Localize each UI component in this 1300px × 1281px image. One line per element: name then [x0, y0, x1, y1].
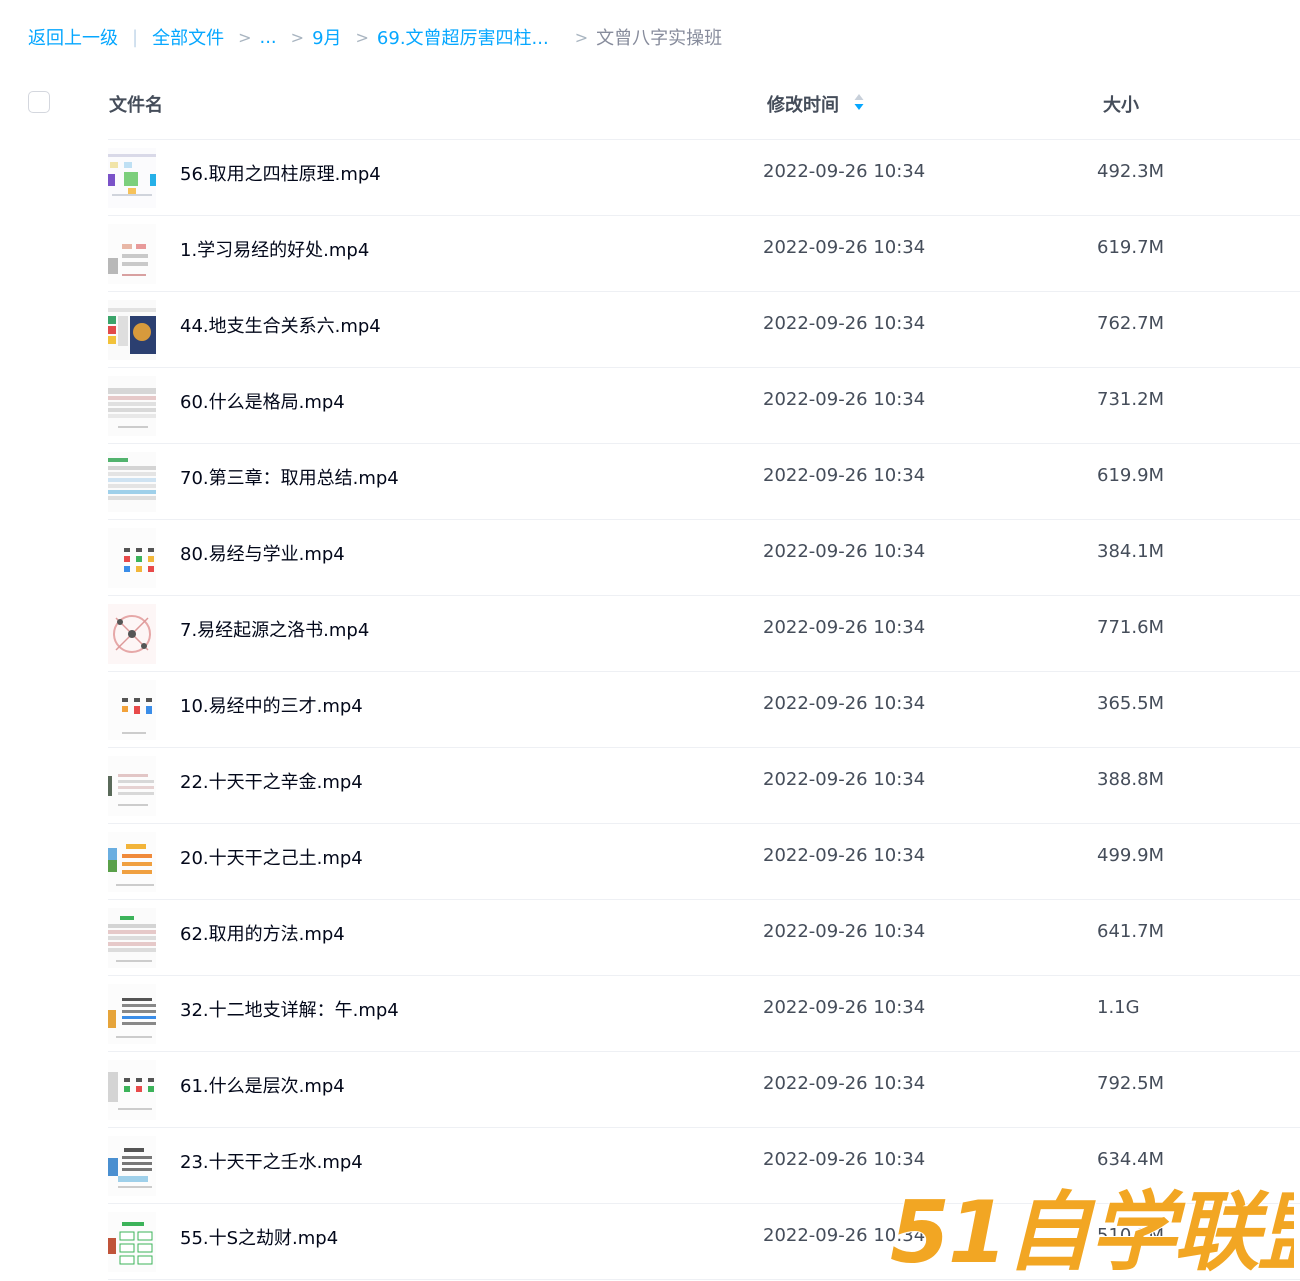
file-size: 492.3M — [1097, 161, 1165, 182]
file-list-page: 返回上一级 | 全部文件 > ... > 9月 > 69.文曾超厉害四柱... … — [0, 0, 1300, 1281]
column-header-size[interactable]: 大小 — [1103, 91, 1139, 117]
watermark-text: 51自学联盟 — [890, 1183, 1294, 1281]
file-modified-time: 2022-09-26 10:34 — [763, 541, 926, 562]
breadcrumb-all-files[interactable]: 全部文件 — [152, 24, 224, 50]
video-thumbnail — [108, 148, 156, 208]
file-name[interactable]: 61.什么是层次.mp4 — [180, 1072, 345, 1098]
select-all-checkbox[interactable] — [28, 91, 50, 113]
video-thumbnail — [108, 1136, 156, 1196]
file-modified-time: 2022-09-26 10:34 — [763, 465, 926, 486]
file-name[interactable]: 44.地支生合关系六.mp4 — [180, 312, 381, 338]
table-row[interactable]: 80.易经与学业.mp4 2022-09-26 10:34 384.1M — [0, 520, 1300, 596]
file-size: 619.7M — [1097, 237, 1165, 258]
file-name[interactable]: 22.十天干之辛金.mp4 — [180, 768, 363, 794]
file-size: 1.1G — [1097, 997, 1140, 1018]
table-row[interactable]: 7.易经起源之洛书.mp4 2022-09-26 10:34 771.6M — [0, 596, 1300, 672]
table-row[interactable]: 32.十二地支详解：午.mp4 2022-09-26 10:34 1.1G — [0, 976, 1300, 1052]
file-name[interactable]: 23.十天干之壬水.mp4 — [180, 1148, 363, 1174]
video-thumbnail — [108, 300, 156, 360]
file-modified-time: 2022-09-26 10:34 — [763, 389, 926, 410]
table-row[interactable]: 70.第三章：取用总结.mp4 2022-09-26 10:34 619.9M — [0, 444, 1300, 520]
file-size: 388.8M — [1097, 769, 1165, 790]
file-modified-time: 2022-09-26 10:34 — [763, 1073, 926, 1094]
file-name[interactable]: 60.什么是格局.mp4 — [180, 388, 345, 414]
file-size: 384.1M — [1097, 541, 1165, 562]
breadcrumb-ellipsis[interactable]: ... — [259, 27, 276, 48]
file-modified-time: 2022-09-26 10:34 — [763, 845, 926, 866]
video-thumbnail — [108, 376, 156, 436]
breadcrumb-folder[interactable]: 69.文曾超厉害四柱... — [377, 24, 549, 50]
file-modified-time: 2022-09-26 10:34 — [763, 617, 926, 638]
table-row[interactable]: 44.地支生合关系六.mp4 2022-09-26 10:34 762.7M — [0, 292, 1300, 368]
breadcrumb-current: 文曾八字实操班 — [596, 28, 723, 49]
file-modified-time: 2022-09-26 10:34 — [763, 997, 926, 1018]
video-thumbnail — [108, 528, 156, 588]
video-thumbnail — [108, 984, 156, 1044]
file-name[interactable]: 20.十天干之己土.mp4 — [180, 844, 363, 870]
file-modified-time: 2022-09-26 10:34 — [763, 161, 926, 182]
file-name[interactable]: 10.易经中的三才.mp4 — [180, 692, 363, 718]
table-row[interactable]: 10.易经中的三才.mp4 2022-09-26 10:34 365.5M — [0, 672, 1300, 748]
chevron-right-icon: > — [355, 27, 369, 47]
file-name[interactable]: 80.易经与学业.mp4 — [180, 540, 345, 566]
file-name[interactable]: 62.取用的方法.mp4 — [180, 920, 345, 946]
file-size: 619.9M — [1097, 465, 1165, 486]
file-size: 792.5M — [1097, 1073, 1165, 1094]
table-row[interactable]: 22.十天干之辛金.mp4 2022-09-26 10:34 388.8M — [0, 748, 1300, 824]
file-modified-time: 2022-09-26 10:34 — [763, 769, 926, 790]
file-modified-time: 2022-09-26 10:34 — [763, 693, 926, 714]
breadcrumb-divider: | — [132, 26, 139, 48]
file-name[interactable]: 7.易经起源之洛书.mp4 — [180, 616, 369, 642]
file-modified-time: 2022-09-26 10:34 — [763, 921, 926, 942]
video-thumbnail — [108, 224, 156, 284]
file-size: 762.7M — [1097, 313, 1165, 334]
file-modified-time: 2022-09-26 10:34 — [763, 1149, 926, 1170]
file-size: 731.2M — [1097, 389, 1165, 410]
file-name[interactable]: 70.第三章：取用总结.mp4 — [180, 464, 399, 490]
file-size: 771.6M — [1097, 617, 1165, 638]
file-size: 365.5M — [1097, 693, 1165, 714]
file-modified-time: 2022-09-26 10:34 — [763, 237, 926, 258]
file-name[interactable]: 32.十二地支详解：午.mp4 — [180, 996, 399, 1022]
video-thumbnail — [108, 1212, 156, 1272]
table-row[interactable]: 61.什么是层次.mp4 2022-09-26 10:34 792.5M — [0, 1052, 1300, 1128]
file-name[interactable]: 55.十S之劫财.mp4 — [180, 1224, 338, 1250]
chevron-right-icon: > — [290, 27, 305, 47]
table-header: 文件名 修改时间 大小 — [0, 70, 1300, 140]
video-thumbnail — [108, 1060, 156, 1120]
file-size: 634.4M — [1097, 1149, 1165, 1170]
back-link[interactable]: 返回上一级 — [28, 24, 118, 50]
breadcrumb-month[interactable]: 9月 — [312, 24, 341, 50]
table-row[interactable]: 62.取用的方法.mp4 2022-09-26 10:34 641.7M — [0, 900, 1300, 976]
table-row[interactable]: 20.十天干之己土.mp4 2022-09-26 10:34 499.9M — [0, 824, 1300, 900]
file-name[interactable]: 56.取用之四柱原理.mp4 — [180, 160, 381, 186]
table-row[interactable]: 1.学习易经的好处.mp4 2022-09-26 10:34 619.7M — [0, 216, 1300, 292]
video-thumbnail — [108, 908, 156, 968]
video-thumbnail — [108, 680, 156, 740]
file-modified-time: 2022-09-26 10:34 — [763, 313, 926, 334]
file-size: 499.9M — [1097, 845, 1165, 866]
sort-icon[interactable] — [853, 92, 865, 112]
column-header-modified[interactable]: 修改时间 — [767, 91, 839, 117]
table-row[interactable]: 60.什么是格局.mp4 2022-09-26 10:34 731.2M — [0, 368, 1300, 444]
chevron-right-icon: > — [238, 27, 252, 47]
file-name[interactable]: 1.学习易经的好处.mp4 — [180, 236, 369, 262]
file-size: 641.7M — [1097, 921, 1165, 942]
video-thumbnail — [108, 604, 156, 664]
table-row[interactable]: 56.取用之四柱原理.mp4 2022-09-26 10:34 492.3M — [0, 140, 1300, 216]
column-header-name[interactable]: 文件名 — [109, 91, 163, 117]
breadcrumb: 返回上一级 | 全部文件 > ... > 9月 > 69.文曾超厉害四柱... … — [28, 24, 722, 50]
video-thumbnail — [108, 832, 156, 892]
chevron-right-icon: > — [574, 27, 589, 47]
watermark-logo: 51自学联盟 — [889, 1182, 1294, 1281]
video-thumbnail — [108, 756, 156, 816]
video-thumbnail — [108, 452, 156, 512]
